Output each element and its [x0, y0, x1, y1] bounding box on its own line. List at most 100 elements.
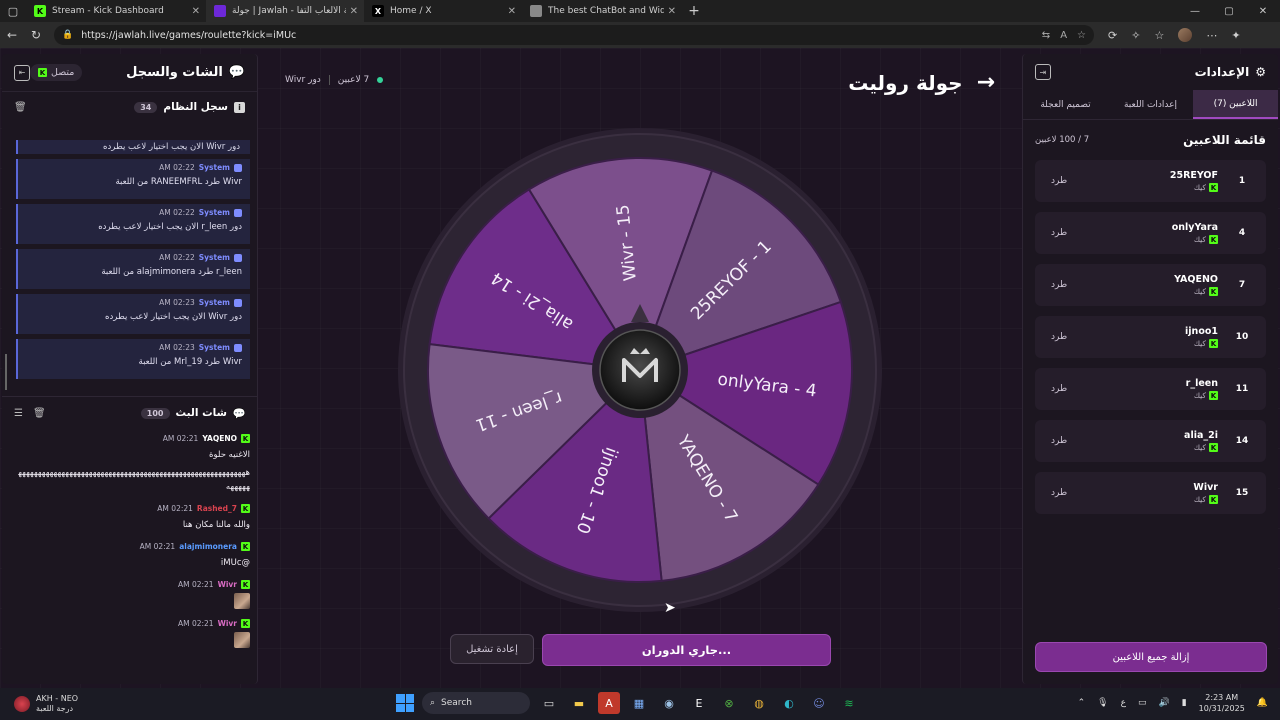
- syslog-sender: System: [198, 343, 230, 352]
- settings-tab[interactable]: تصميم العجلة: [1023, 90, 1108, 119]
- emote-image: [234, 632, 250, 648]
- taskbar-search[interactable]: ⌕ Search: [422, 692, 530, 714]
- more-menu-icon[interactable]: ⋯: [1206, 29, 1217, 42]
- chevron-up-icon[interactable]: ⌃: [1078, 698, 1086, 708]
- chat-username[interactable]: alajmimonera: [179, 542, 237, 551]
- game-notification-icon[interactable]: [14, 696, 30, 712]
- keyboard-language[interactable]: ع: [1121, 698, 1126, 708]
- chat-text: @iMUc: [220, 558, 250, 568]
- livechat-header: ☰ 🗑 💬 شات البث 100: [2, 398, 257, 428]
- extensions-icon[interactable]: ⟳: [1108, 29, 1117, 42]
- clock-time: 2:23 AM: [1205, 693, 1239, 702]
- player-platform: كيك: [1193, 339, 1206, 348]
- kick-player-button[interactable]: طرد: [1051, 228, 1067, 238]
- close-tab-icon[interactable]: ✕: [508, 6, 516, 17]
- favorite-star-icon[interactable]: ☆: [1077, 30, 1086, 41]
- kick-player-button[interactable]: طرد: [1051, 488, 1067, 498]
- kick-player-button[interactable]: طرد: [1051, 436, 1067, 446]
- back-arrow-icon[interactable]: →: [977, 70, 995, 95]
- favorites-icon[interactable]: ☆: [1154, 29, 1164, 42]
- close-tab-icon[interactable]: ✕: [350, 6, 358, 17]
- browser-tab[interactable]: X Home / X ✕: [364, 0, 522, 22]
- replay-button[interactable]: إعادة تشغيل: [450, 634, 534, 664]
- maximize-icon[interactable]: ▢: [1212, 0, 1246, 22]
- clock[interactable]: 2:23 AM 10/31/2025: [1199, 692, 1245, 714]
- kick-player-button[interactable]: طرد: [1051, 384, 1067, 394]
- volume-icon[interactable]: 🔊: [1159, 698, 1170, 708]
- player-list-header: قائمة اللاعبين 7 / 100 لاعبين: [1023, 120, 1278, 160]
- microphone-icon[interactable]: 🎙: [1097, 698, 1108, 708]
- extensions-puzzle-icon[interactable]: ✧: [1131, 29, 1140, 42]
- chat-panel-title-text: الشات والسجل: [126, 65, 223, 80]
- translate-icon[interactable]: ⇆: [1042, 30, 1050, 41]
- close-tab-icon[interactable]: ✕: [192, 6, 200, 17]
- syslog-time: 02:23 AM: [159, 343, 195, 352]
- network-icon[interactable]: ▭: [1138, 698, 1147, 708]
- browser-tab[interactable]: جولة | Jawlah - منصة الألعاب التفا ✕: [206, 0, 364, 22]
- close-tab-icon[interactable]: ✕: [668, 6, 676, 17]
- spotify-icon[interactable]: ≋: [838, 692, 860, 714]
- copilot-icon[interactable]: ✦: [1231, 29, 1240, 42]
- kick-icon: K: [38, 68, 47, 77]
- task-view-icon[interactable]: ▭: [538, 692, 560, 714]
- livechat-list: K YAQENO 02:21 AM الاغنيه حلوة هههههههههه…: [16, 434, 250, 684]
- minimize-icon[interactable]: —: [1178, 0, 1212, 22]
- adobe-icon[interactable]: A: [598, 692, 620, 714]
- syslog-entry: System 02:22 AM Wivr طرد RANEEMFRL من ال…: [16, 159, 250, 199]
- remove-all-players-button[interactable]: إزالة جميع اللاعبين: [1035, 642, 1267, 672]
- browser-tab[interactable]: K Stream - Kick Dashboard ✕: [26, 0, 206, 22]
- settings-tab[interactable]: اللاعبين (7): [1193, 90, 1278, 119]
- notification-bell-icon[interactable]: 🔔: [1257, 698, 1268, 708]
- chat-username[interactable]: YAQENO: [202, 434, 237, 443]
- spin-button[interactable]: جاري الدوران...: [542, 634, 831, 666]
- file-explorer-icon[interactable]: ▬: [568, 692, 590, 714]
- scrollbar[interactable]: [5, 354, 7, 390]
- settings-panel: ⇥ الإعدادات ⚙ اللاعبين (7) إعدادات اللعبة…: [1022, 54, 1278, 684]
- tab-title: جولة | Jawlah - منصة الألعاب التفا: [232, 6, 346, 16]
- epic-games-icon[interactable]: E: [688, 692, 710, 714]
- read-aloud-icon[interactable]: A: [1060, 30, 1067, 41]
- profile-avatar[interactable]: [1178, 28, 1193, 42]
- syslog-text: Wivr طرد Mrl_19 من اللعبة: [138, 357, 242, 367]
- kick-player-button[interactable]: طرد: [1051, 176, 1067, 186]
- tab-favicon-icon: X: [372, 5, 384, 17]
- syslog-time: 02:22 AM: [159, 163, 195, 172]
- new-tab-button[interactable]: +: [682, 3, 706, 19]
- player-list-count: 7 / 100 لاعبين: [1035, 135, 1090, 145]
- url-field[interactable]: 🔒 https://jawlah.live/games/roulette?kic…: [54, 25, 1094, 45]
- back-icon[interactable]: ←: [0, 28, 24, 42]
- player-number: 11: [1235, 384, 1249, 394]
- chrome-icon[interactable]: ◍: [748, 692, 770, 714]
- edge-icon[interactable]: ◐: [778, 692, 800, 714]
- collapse-panel-icon[interactable]: ⇤: [14, 64, 30, 81]
- discord-icon[interactable]: ☺: [808, 692, 830, 714]
- chat-username[interactable]: Rashed_7: [197, 504, 237, 513]
- kick-player-button[interactable]: طرد: [1051, 280, 1067, 290]
- kick-player-button[interactable]: طرد: [1051, 332, 1067, 342]
- syslog-entry: System 02:22 AM دور r_leen الان يجب اختي…: [16, 204, 250, 244]
- filter-icon[interactable]: ☰: [14, 408, 23, 419]
- store-icon[interactable]: ▦: [628, 692, 650, 714]
- reload-icon[interactable]: ↻: [24, 28, 48, 42]
- clear-syslog-icon[interactable]: 🗑: [14, 102, 27, 113]
- chat-username[interactable]: Wivr: [218, 580, 237, 589]
- collapse-settings-icon[interactable]: ⇥: [1035, 64, 1051, 80]
- tab-actions-icon[interactable]: ▢: [0, 0, 26, 22]
- clock-date: 10/31/2025: [1198, 704, 1245, 713]
- close-window-icon[interactable]: ✕: [1246, 0, 1280, 22]
- settings-tab[interactable]: إعدادات اللعبة: [1108, 90, 1193, 119]
- clear-chat-icon[interactable]: 🗑: [33, 408, 46, 419]
- xbox-icon[interactable]: ⊗: [718, 692, 740, 714]
- windows-taskbar: AKH - NEO درجة اللعبة ⌕ Search ▭ ▬ A ▦ ◉…: [0, 688, 1280, 720]
- system-icon: [234, 163, 242, 172]
- syslog-text: Wivr طرد RANEEMFRL من اللعبة: [115, 177, 242, 187]
- roulette-wheel[interactable]: alia_2i - 14 Wivr - 15 25REYOF - 1 onlyYara…: [398, 128, 882, 612]
- player-number: 4: [1238, 228, 1246, 238]
- browser-tab[interactable]: The best ChatBot and Widg ✕: [522, 0, 682, 22]
- chat-username[interactable]: Wivr: [218, 619, 237, 628]
- battery-icon[interactable]: ▮: [1182, 698, 1187, 708]
- chat-text: والله مالنا مكان هنا: [182, 520, 250, 530]
- windows-start-icon[interactable]: [396, 694, 414, 712]
- syslog-entry: System 02:22 AM r_leen طرد alajmimonera …: [16, 249, 250, 289]
- steam-icon[interactable]: ◉: [658, 692, 680, 714]
